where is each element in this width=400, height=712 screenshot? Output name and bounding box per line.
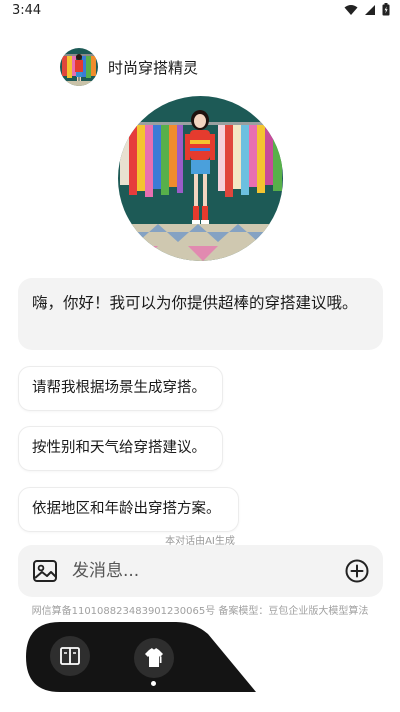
add-button[interactable] — [345, 559, 369, 583]
dock-ai-outfit-button[interactable]: AI — [134, 638, 174, 678]
bot-header[interactable]: 时尚穿搭精灵 — [60, 48, 198, 86]
image-upload-button[interactable] — [32, 559, 58, 583]
status-bar: 3:44 — [0, 0, 400, 24]
active-indicator-dot — [151, 681, 156, 686]
status-icons — [344, 3, 390, 16]
dock-book-button[interactable] — [50, 636, 90, 676]
suggestion-chip[interactable]: 按性别和天气给穿搭建议。 — [18, 426, 223, 471]
status-time: 3:44 — [12, 3, 42, 18]
signal-icon — [365, 4, 375, 15]
add-circle-icon — [345, 559, 369, 583]
wifi-icon — [344, 4, 358, 15]
battery-icon — [382, 3, 390, 16]
suggestion-chip[interactable]: 请帮我根据场景生成穿搭。 — [18, 366, 223, 411]
legal-notice: 网信算备110108823483901230065号 备案模型：豆包企业版大模型… — [31, 606, 369, 617]
bot-name: 时尚穿搭精灵 — [108, 58, 199, 77]
bottom-dock: AI — [26, 622, 256, 692]
ai-badge: AI — [152, 656, 163, 666]
bot-avatar[interactable] — [60, 48, 98, 86]
message-input-bar — [18, 545, 383, 597]
bot-avatar-large — [118, 96, 283, 261]
book-icon — [60, 647, 80, 665]
message-input[interactable] — [72, 555, 322, 587]
greeting-message: 嗨，你好！我可以为你提供超棒的穿搭建议哦。 — [18, 278, 383, 350]
image-icon — [33, 560, 57, 582]
suggestion-chip[interactable]: 依据地区和年龄出穿搭方案。 — [18, 487, 239, 532]
